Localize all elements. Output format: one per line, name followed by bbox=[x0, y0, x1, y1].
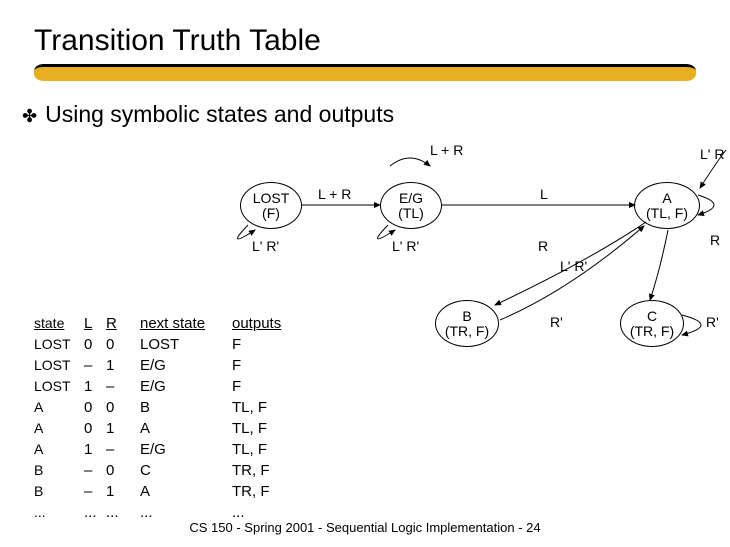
accent-line bbox=[34, 64, 696, 81]
cell: – bbox=[106, 439, 140, 460]
cell: – bbox=[106, 376, 140, 397]
label-eg-to-a: L bbox=[540, 186, 548, 202]
page-title: Transition Truth Table bbox=[34, 24, 696, 58]
state-a-name: A bbox=[662, 191, 671, 206]
cell: 0 bbox=[84, 334, 106, 355]
cell: 1 bbox=[106, 418, 140, 439]
state-lost-out: (F) bbox=[262, 206, 280, 221]
cell: A bbox=[34, 418, 43, 439]
cell: LOST bbox=[34, 376, 71, 397]
cell: 1 bbox=[106, 355, 140, 376]
truth-table: state LOST LOST LOST A A A B B ... L 0 –… bbox=[34, 313, 322, 523]
bullet-icon: ✤ bbox=[22, 103, 37, 129]
footer-text: CS 150 - Spring 2001 - Sequential Logic … bbox=[0, 520, 730, 535]
cell: 0 bbox=[106, 397, 140, 418]
state-eg-name: E/G bbox=[399, 191, 423, 206]
cell: 1 bbox=[84, 376, 106, 397]
cell: B bbox=[34, 460, 43, 481]
label-a-self: R bbox=[710, 232, 720, 248]
label-r-to-c: R bbox=[538, 238, 548, 254]
state-c-out: (TR, F) bbox=[630, 324, 674, 339]
state-c-name: C bbox=[647, 309, 657, 324]
label-lost-to-eg: L + R bbox=[318, 186, 351, 202]
cell: 0 bbox=[106, 460, 140, 481]
label-b-to-a: R' bbox=[550, 314, 563, 330]
state-eg-out: (TL) bbox=[398, 206, 424, 221]
state-lost: LOST (F) bbox=[240, 182, 302, 229]
cell: E/G bbox=[140, 355, 232, 376]
hdr-L: L bbox=[84, 313, 106, 334]
cell: A bbox=[140, 418, 232, 439]
state-lost-name: LOST bbox=[253, 191, 290, 206]
state-b: B (TR, F) bbox=[435, 300, 499, 347]
hdr-out: outputs bbox=[232, 313, 322, 334]
state-diagram: LOST (F) E/G (TL) A (TL, F) B (TR, F) C … bbox=[230, 150, 730, 320]
cell: LOST bbox=[34, 355, 71, 376]
cell: TR, F bbox=[232, 460, 322, 481]
cell: 0 bbox=[84, 397, 106, 418]
cell: F bbox=[232, 355, 322, 376]
state-eg: E/G (TL) bbox=[380, 182, 442, 229]
cell: C bbox=[140, 460, 232, 481]
state-a-out: (TL, F) bbox=[646, 206, 688, 221]
label-top-lr: L + R bbox=[430, 142, 463, 158]
hdr-R: R bbox=[106, 313, 140, 334]
hdr-next: next state bbox=[140, 313, 232, 334]
hdr-state: state bbox=[34, 313, 64, 334]
col-out: outputs F F F TL, F TL, F TL, F TR, F TR… bbox=[232, 313, 322, 523]
cell: TL, F bbox=[232, 418, 322, 439]
bullet-item: ✤ Using symbolic states and outputs bbox=[22, 101, 696, 129]
cell: 0 bbox=[84, 418, 106, 439]
col-state: state LOST LOST LOST A A A B B ... bbox=[34, 313, 84, 523]
cell: TL, F bbox=[232, 397, 322, 418]
bullet-text: Using symbolic states and outputs bbox=[45, 101, 394, 127]
cell: B bbox=[140, 397, 232, 418]
cell: – bbox=[84, 355, 106, 376]
cell: 0 bbox=[106, 334, 140, 355]
cell: LOST bbox=[140, 334, 232, 355]
cell: LOST bbox=[34, 334, 71, 355]
state-a: A (TL, F) bbox=[634, 182, 700, 229]
col-L: L 0 – 1 0 0 1 – – ... bbox=[84, 313, 106, 523]
cell: E/G bbox=[140, 439, 232, 460]
cell: A bbox=[34, 397, 43, 418]
label-lr-to-b: L' R' bbox=[560, 258, 587, 274]
col-R: R 0 1 – 0 1 – 0 1 ... bbox=[106, 313, 140, 523]
cell: E/G bbox=[140, 376, 232, 397]
cell: TR, F bbox=[232, 481, 322, 502]
cell: A bbox=[34, 439, 43, 460]
label-eg-self: L' R' bbox=[392, 238, 419, 254]
cell: 1 bbox=[106, 481, 140, 502]
cell: B bbox=[34, 481, 43, 502]
cell: TL, F bbox=[232, 439, 322, 460]
label-c-self: R' bbox=[706, 314, 719, 330]
state-c: C (TR, F) bbox=[620, 300, 684, 347]
col-next: next state LOST E/G E/G B A E/G C A ... bbox=[140, 313, 232, 523]
cell: – bbox=[84, 481, 106, 502]
state-b-out: (TR, F) bbox=[445, 324, 489, 339]
cell: 1 bbox=[84, 439, 106, 460]
label-lost-self: L' R' bbox=[252, 238, 279, 254]
cell: F bbox=[232, 334, 322, 355]
state-b-name: B bbox=[462, 309, 471, 324]
cell: – bbox=[84, 460, 106, 481]
cell: A bbox=[140, 481, 232, 502]
cell: F bbox=[232, 376, 322, 397]
label-a-top: L' R bbox=[700, 146, 724, 162]
